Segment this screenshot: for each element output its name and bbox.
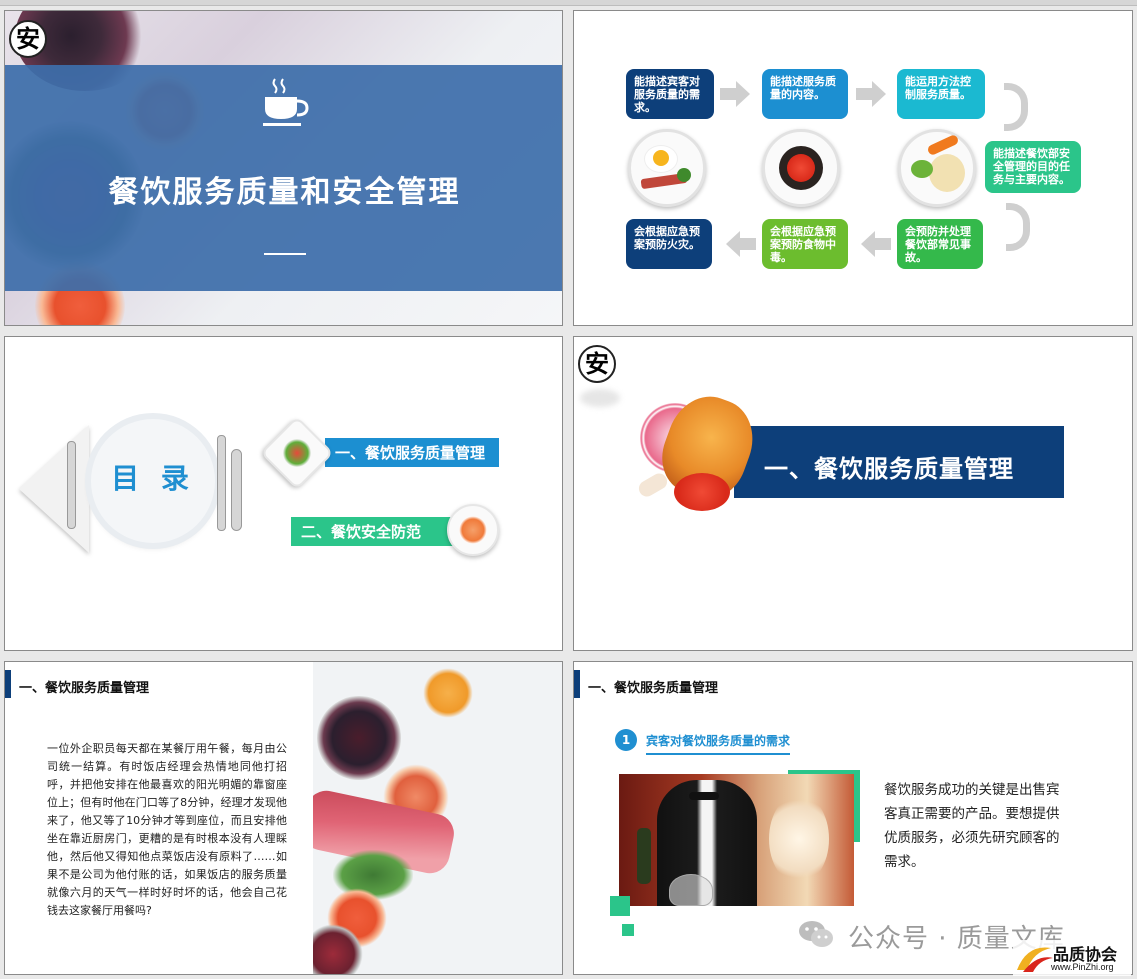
slide-thumbnail-2[interactable]: 能描述宾客对服务质量的需求。 能描述服务质量的内容。 能运用方法控制服务质量。 … [573,10,1133,326]
objective-box: 会根据应急预案预防火灾。 [626,219,712,269]
spoon-icon [231,449,242,531]
slide-title: 餐饮服务质量和安全管理 [108,175,461,210]
objective-box: 能描述餐饮部安全管理的目的任务与主要内容。 [985,141,1081,193]
toc-item-1[interactable]: 一、餐饮服务质量管理 [325,438,499,467]
accent-square [622,924,634,936]
objective-box: 能运用方法控制服务质量。 [897,69,985,119]
sub-heading: 宾客对餐饮服务质量的需求 [646,732,791,755]
slide-thumbnail-5[interactable]: 一、餐饮服务质量管理 一位外企职员每天都在某餐厅用午餐，每月由公司统一结算。有时… [4,661,563,975]
drumstick-bone-image [636,470,670,500]
salmon-bowl-icon [447,504,499,556]
objective-box: 能描述服务质量的内容。 [762,69,848,119]
egg-plate-image [628,129,706,207]
point-text: 餐饮服务成功的关键是出售宾客真正需要的产品。要想提供优质服务，必须先研究顾客的需… [884,782,1060,870]
fork-icon [67,441,76,529]
objective-box: 会根据应急预案预防食物中毒。 [762,219,848,269]
section-heading: 一、餐饮服务质量管理 [588,681,719,696]
arrow-left-icon [726,231,756,257]
arrow-right-icon [856,81,886,107]
knife-icon [217,435,226,531]
vegetable-plate-image [898,129,976,207]
section-marker [5,670,11,698]
salad-bowl-icon [260,416,334,490]
title-underline [264,253,306,255]
napkin-image [19,425,89,553]
slide-thumbnail-4[interactable]: 安 一、餐饮服务质量管理 [573,336,1133,651]
section-heading: 一、餐饮服务质量管理 [19,681,150,696]
brand-url: www.PinZhi.org [1051,962,1114,972]
slide-thumbnail-1[interactable]: 餐饮服务质量和安全管理 安 [4,10,563,326]
safety-badge-icon: 安 [578,345,616,383]
coffee-cup-icon [263,78,309,126]
section-marker [574,670,580,698]
objective-box: 会预防并处理餐饮部常见事故。 [897,219,983,269]
wechat-icon [799,921,833,947]
food-photo [313,662,562,974]
curved-arrow-icon [1006,203,1030,251]
curved-arrow-icon [1004,83,1028,131]
section-title: 一、餐饮服务质量管理 [764,455,1014,483]
toc-item-2[interactable]: 二、餐饮安全防范 [291,517,461,546]
tomato-slice-image [674,473,730,511]
toc-title: 目 录 [111,462,195,495]
waiter-photo [619,774,854,906]
top-bar [0,0,1137,6]
safety-badge-icon: 安 [9,20,47,58]
objective-box: 能描述宾客对服务质量的需求。 [626,69,714,119]
point-number: 1 [615,729,637,751]
accent-line [854,770,860,842]
arrow-right-icon [720,81,750,107]
shadow-shape [580,389,620,407]
tomato-plate-image [762,129,840,207]
arrow-left-icon [861,231,891,257]
case-text: 一位外企职员每天都在某餐厅用午餐，每月由公司统一结算。有时饭店经理会热情地同他打… [47,742,287,917]
accent-square [610,896,630,916]
slide-thumbnail-3[interactable]: 目 录 一、餐饮服务质量管理 二、餐饮安全防范 [4,336,563,651]
